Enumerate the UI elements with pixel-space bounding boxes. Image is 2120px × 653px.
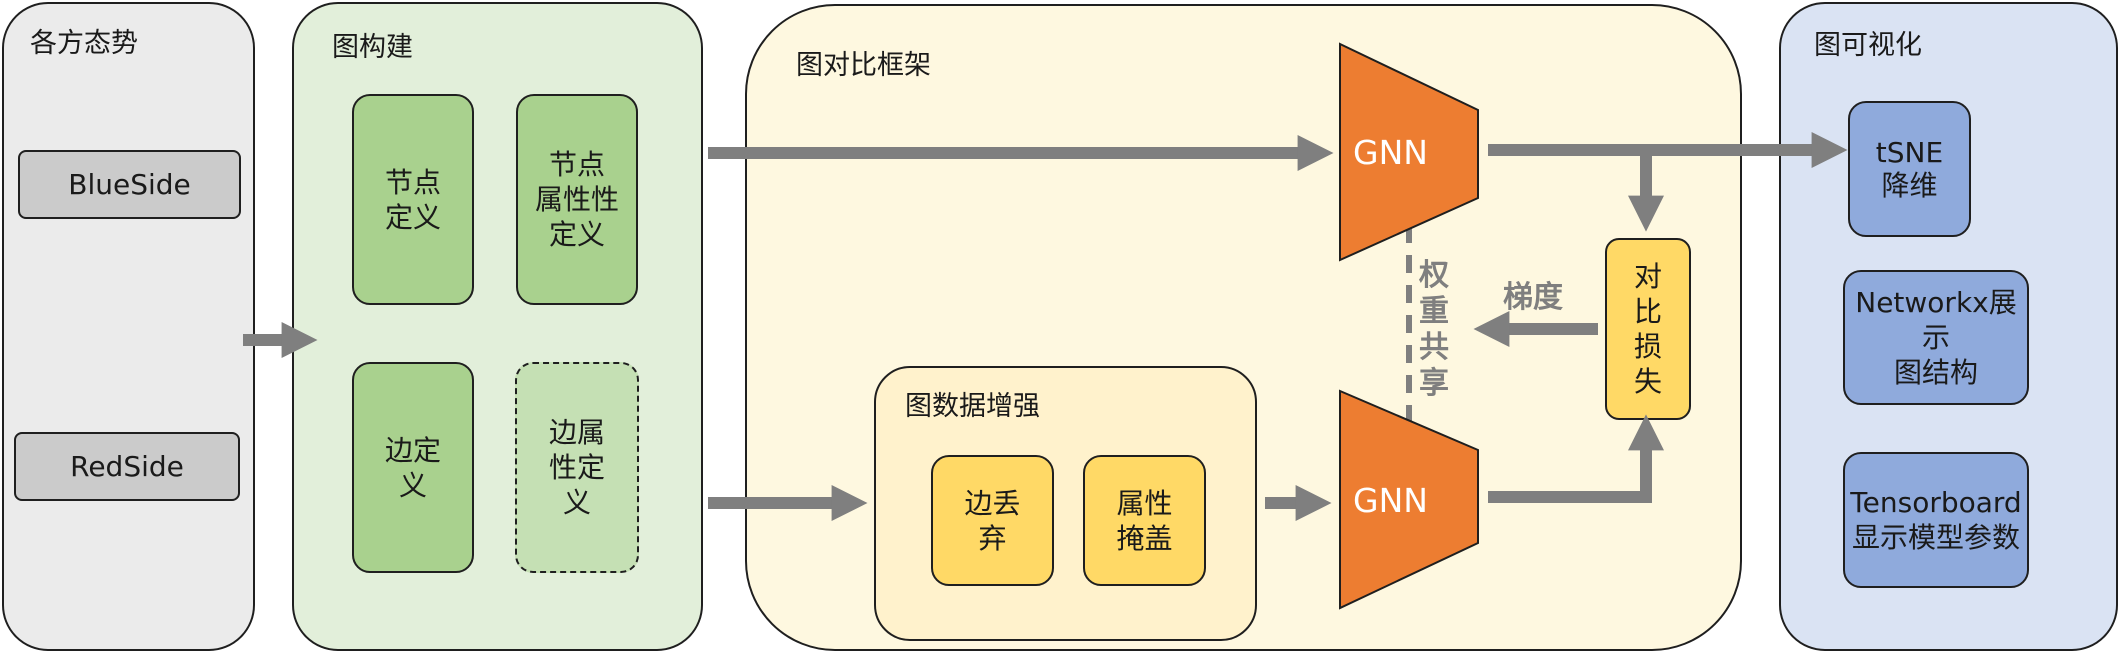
gradient-label: 梯度 xyxy=(1503,280,1563,315)
gnn-bottom-label: GNN xyxy=(1353,481,1428,520)
flow-arrows xyxy=(243,132,1848,521)
weight-share-label: 权 重 共 享 xyxy=(1419,258,1449,401)
gnn-top-label: GNN xyxy=(1353,133,1428,172)
connectors-layer xyxy=(243,42,1848,610)
arrow-gnn-bottom-to-loss xyxy=(1488,414,1664,503)
